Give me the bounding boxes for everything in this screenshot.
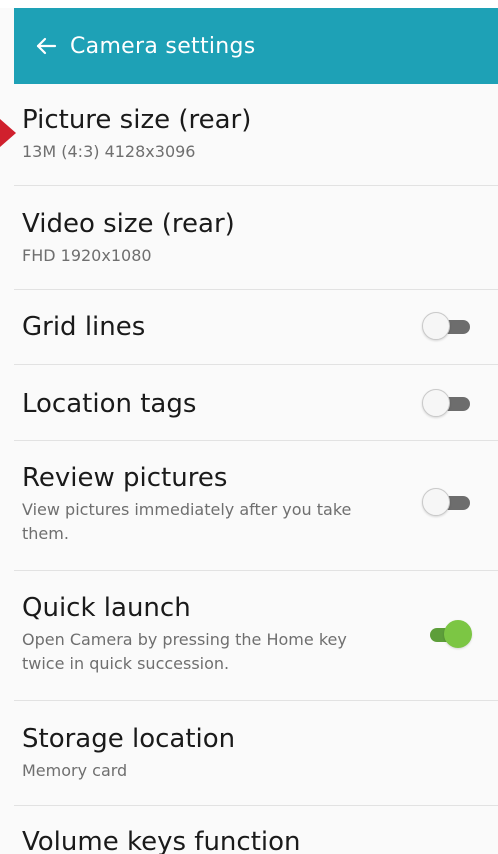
divider [14,570,498,571]
setting-title: Quick launch [22,593,191,623]
setting-location-tags[interactable]: Location tags [0,388,484,420]
divider [14,364,498,365]
setting-description: Open Camera by pressing the Home key twi… [22,630,347,673]
setting-title: Review pictures [22,463,228,493]
setting-title: Picture size (rear) [22,105,252,135]
setting-title: Grid lines [22,312,146,342]
location-tags-toggle[interactable] [422,389,472,419]
app-bar: Camera settings [14,8,498,84]
toggle-knob [444,620,472,648]
setting-video-size[interactable]: Video size (rear) FHD 1920x1080 [0,208,484,268]
setting-value: Memory card [22,761,128,780]
divider [14,289,498,290]
divider [14,805,498,806]
setting-title: Volume keys function [22,827,301,854]
setting-value: 13M (4:3) 4128x3096 [22,142,196,161]
toggle-knob [422,312,450,340]
grid-lines-toggle[interactable] [422,312,472,342]
status-bar-area [0,0,498,8]
setting-volume-keys-function[interactable]: Volume keys function [0,826,484,854]
setting-review-pictures[interactable]: Review pictures View pictures immediatel… [0,462,484,546]
toggle-knob [422,389,450,417]
setting-title: Video size (rear) [22,209,235,239]
setting-picture-size[interactable]: Picture size (rear) 13M (4:3) 4128x3096 [0,104,484,164]
setting-storage-location[interactable]: Storage location Memory card [0,723,484,783]
setting-grid-lines[interactable]: Grid lines [0,311,484,343]
setting-value: FHD 1920x1080 [22,246,152,265]
toggle-knob [422,488,450,516]
camera-settings-screen: Camera settings Picture size (rear) 13M … [0,0,498,854]
arrow-left-icon [36,37,57,55]
divider [14,185,498,186]
setting-title: Storage location [22,724,236,754]
divider [14,700,498,701]
setting-title: Location tags [22,389,197,419]
setting-description: View pictures immediately after you take… [22,500,352,543]
quick-launch-toggle[interactable] [422,620,472,650]
setting-quick-launch[interactable]: Quick launch Open Camera by pressing the… [0,592,484,676]
divider [14,440,498,441]
page-title: Camera settings [70,33,256,59]
back-button[interactable] [22,8,70,84]
review-pictures-toggle[interactable] [422,488,472,518]
